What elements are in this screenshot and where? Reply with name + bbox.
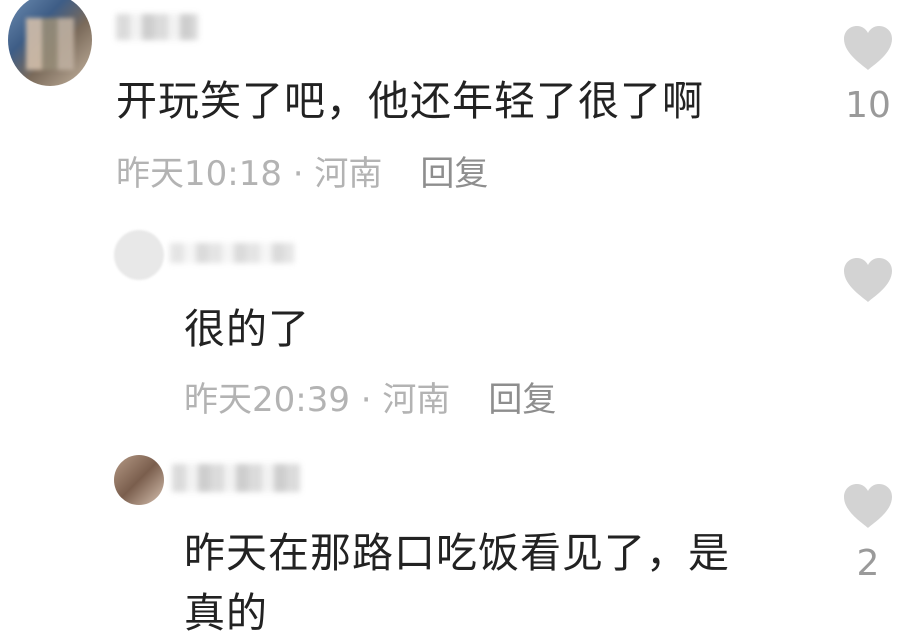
comment-text: 很的了 [184, 305, 310, 353]
like-count: 2 [856, 543, 880, 584]
comment-location: 河南 [382, 380, 451, 420]
author-name-blurred[interactable] [116, 14, 198, 40]
comment-text-line1: 昨天在那路口吃饭看见了，是 [184, 529, 730, 577]
author-name-blurred[interactable] [172, 464, 300, 492]
meta-separator: · [281, 154, 315, 194]
avatar[interactable] [114, 455, 164, 505]
avatar[interactable] [114, 230, 164, 280]
comment-location: 河南 [314, 154, 383, 194]
comment-time: 昨天10:18 [116, 154, 282, 194]
comment-meta: 昨天10:18 · 河南 回复 [116, 154, 488, 194]
comment-text: 开玩笑了吧，他还年轻了很了啊 [116, 77, 704, 125]
comment-meta: 昨天20:39 · 河南 回复 [184, 380, 556, 420]
avatar[interactable] [8, 0, 92, 86]
author-name-blurred[interactable] [170, 243, 294, 263]
comment-time: 昨天20:39 [184, 380, 350, 420]
heart-icon[interactable] [842, 24, 894, 72]
meta-separator: · [349, 380, 383, 420]
comment-text-line2: 真的 [184, 589, 268, 637]
like-count: 10 [845, 85, 891, 126]
reply-button[interactable]: 回复 [488, 380, 556, 420]
reply-button[interactable]: 回复 [420, 154, 488, 194]
heart-icon[interactable] [842, 256, 894, 304]
heart-icon[interactable] [842, 482, 894, 530]
